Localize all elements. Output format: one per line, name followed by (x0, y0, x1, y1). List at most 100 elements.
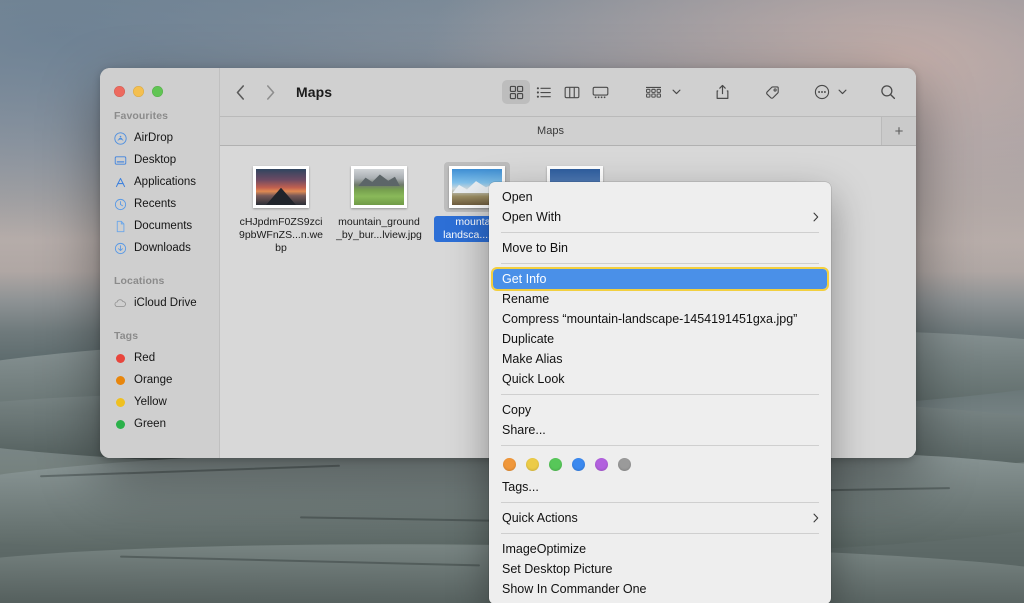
file-name-line2: 9pbWFnZS...n.webp (239, 229, 323, 254)
file-item[interactable]: cHJpdmF0ZS9zci 9pbWFnZS...n.webp (238, 162, 324, 255)
sidebar-item-icloud-drive[interactable]: iCloud Drive (100, 292, 219, 314)
tag-button[interactable] (758, 80, 786, 104)
menu-item-get-info[interactable]: Get Info (493, 269, 827, 289)
column-view-button[interactable] (558, 80, 586, 104)
share-button[interactable] (708, 80, 736, 104)
tag-dot-icon (114, 396, 127, 409)
menu-item-compress[interactable]: Compress “mountain-landscape-1454191451g… (489, 309, 831, 329)
sidebar-item-applications[interactable]: Applications (100, 171, 219, 193)
tag-swatch-grey[interactable] (618, 458, 631, 471)
menu-item-label: Move to Bin (502, 241, 819, 255)
file-thumbnail (351, 166, 407, 208)
menu-item-rename[interactable]: Rename (489, 289, 831, 309)
sidebar-item-desktop[interactable]: Desktop (100, 149, 219, 171)
sidebar[interactable]: Favourites AirDrop Desktop (100, 68, 220, 458)
sidebar-spacer (100, 314, 219, 326)
sidebar-item-label: Documents (134, 220, 192, 232)
menu-item-show-in-commander-one[interactable]: Show In Commander One (489, 579, 831, 599)
view-mode-group[interactable] (502, 80, 614, 104)
sidebar-item-label: Red (134, 352, 155, 364)
new-tab-button[interactable]: + (882, 117, 916, 145)
sidebar-item-recents[interactable]: Recents (100, 193, 219, 215)
menu-separator (501, 445, 819, 446)
sidebar-spacer (100, 259, 219, 271)
tag-dot-icon (114, 418, 127, 431)
menu-separator (501, 263, 819, 264)
forward-chevron-icon[interactable] (260, 82, 280, 102)
more-actions-button[interactable] (808, 80, 836, 104)
menu-item-share[interactable]: Share... (489, 420, 831, 440)
menu-item-label: Show In Commander One (502, 582, 819, 596)
search-button[interactable] (874, 80, 902, 104)
icon-view-button[interactable] (502, 80, 530, 104)
tag-swatch-orange[interactable] (503, 458, 516, 471)
sidebar-item-label: Recents (134, 198, 176, 210)
menu-separator (501, 533, 819, 534)
downloads-icon (114, 242, 127, 255)
context-menu[interactable]: Open Open With Move to Bin Get Info Rena… (489, 182, 831, 603)
sidebar-item-label: Orange (134, 374, 172, 386)
tag-dot-icon (114, 352, 127, 365)
thumbnail-image (256, 169, 306, 205)
menu-item-move-to-bin[interactable]: Move to Bin (489, 238, 831, 258)
tag-swatch-purple[interactable] (595, 458, 608, 471)
file-name[interactable]: mountain_ground _by_bur...lview.jpg (336, 216, 422, 242)
desktop-icon (114, 154, 127, 167)
menu-item-duplicate[interactable]: Duplicate (489, 329, 831, 349)
rock-crack (40, 465, 340, 477)
airdrop-icon (114, 132, 127, 145)
sidebar-item-downloads[interactable]: Downloads (100, 237, 219, 259)
minimize-button[interactable] (133, 86, 144, 97)
tag-swatch-green[interactable] (549, 458, 562, 471)
tab-bar[interactable]: Maps + (220, 116, 916, 146)
menu-item-label: Tags... (502, 480, 819, 494)
file-thumbnail-wrap (248, 162, 314, 212)
menu-item-quick-actions[interactable]: Quick Actions (489, 508, 831, 528)
menu-item-label: Get Info (502, 272, 815, 286)
tag-swatch-blue[interactable] (572, 458, 585, 471)
sidebar-item-tag-orange[interactable]: Orange (100, 369, 219, 391)
menu-item-imageoptimize[interactable]: ImageOptimize (489, 539, 831, 559)
menu-item-label: Open (502, 190, 819, 204)
menu-item-label: Make Alias (502, 352, 819, 366)
rock-crack (120, 556, 480, 567)
file-thumbnail (253, 166, 309, 208)
sidebar-item-tag-yellow[interactable]: Yellow (100, 391, 219, 413)
zoom-button[interactable] (152, 86, 163, 97)
menu-item-label: Copy (502, 403, 819, 417)
menu-item-set-desktop-picture[interactable]: Set Desktop Picture (489, 559, 831, 579)
menu-item-tags[interactable]: Tags... (489, 477, 831, 497)
sidebar-item-tag-red[interactable]: Red (100, 347, 219, 369)
file-item[interactable]: mountain_ground _by_bur...lview.jpg (336, 162, 422, 242)
file-name-line1: cHJpdmF0ZS9zci (240, 216, 323, 228)
tag-color-swatches[interactable] (489, 451, 831, 477)
sidebar-item-tag-green[interactable]: Green (100, 413, 219, 435)
nav-buttons[interactable] (230, 82, 280, 102)
page-title: Maps (296, 84, 332, 100)
menu-item-quick-look[interactable]: Quick Look (489, 369, 831, 389)
menu-item-copy[interactable]: Copy (489, 400, 831, 420)
tab-maps[interactable]: Maps (220, 117, 882, 145)
menu-item-label: Duplicate (502, 332, 819, 346)
tag-dot-icon (114, 374, 127, 387)
list-view-button[interactable] (530, 80, 558, 104)
menu-item-open[interactable]: Open (489, 187, 831, 207)
sidebar-item-documents[interactable]: Documents (100, 215, 219, 237)
back-chevron-icon[interactable] (230, 82, 250, 102)
sidebar-item-label: Yellow (134, 396, 167, 408)
menu-item-open-with[interactable]: Open With (489, 207, 831, 227)
menu-item-make-alias[interactable]: Make Alias (489, 349, 831, 369)
traffic-lights[interactable] (114, 86, 163, 97)
group-by-button[interactable] (636, 80, 670, 104)
sidebar-item-label: iCloud Drive (134, 297, 197, 309)
applications-icon (114, 176, 127, 189)
document-icon (114, 220, 127, 233)
tag-swatch-yellow[interactable] (526, 458, 539, 471)
chevron-down-icon[interactable] (670, 89, 682, 95)
menu-item-label: Set Desktop Picture (502, 562, 819, 576)
close-button[interactable] (114, 86, 125, 97)
chevron-down-icon[interactable] (836, 89, 848, 95)
gallery-view-button[interactable] (586, 80, 614, 104)
sidebar-item-airdrop[interactable]: AirDrop (100, 127, 219, 149)
file-name[interactable]: cHJpdmF0ZS9zci 9pbWFnZS...n.webp (238, 216, 324, 255)
